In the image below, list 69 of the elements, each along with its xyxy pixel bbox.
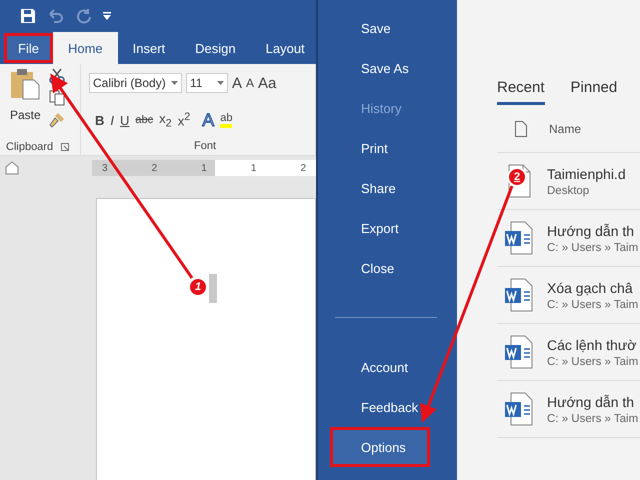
- font-size-dropdown[interactable]: 11: [186, 73, 228, 93]
- clipboard-icon: [10, 68, 40, 100]
- format-button[interactable]: B: [95, 112, 104, 128]
- house-icon[interactable]: [4, 160, 20, 176]
- file-name: Hướng dẫn th: [547, 394, 636, 410]
- highlight-button[interactable]: ab: [220, 112, 232, 128]
- tab[interactable]: Pinned: [570, 72, 618, 105]
- sidebar-item[interactable]: Options: [330, 427, 430, 467]
- format-button[interactable]: I: [110, 112, 114, 128]
- sidebar-item[interactable]: Export: [318, 208, 457, 248]
- file-location: C: » Users » Taim: [547, 242, 638, 254]
- recent-file-row[interactable]: Hướng dẫn th C: » Users » Taim: [497, 381, 640, 438]
- caret-icon: [171, 81, 178, 85]
- file-name: Xóa gạch châ: [547, 280, 634, 296]
- file-name: Hướng dẫn th: [547, 222, 636, 238]
- word-document-icon: [505, 278, 533, 312]
- file-location: C: » Users » Taim: [547, 298, 638, 310]
- file-icon: [515, 121, 527, 137]
- dialog-launcher-icon[interactable]: [61, 143, 70, 152]
- file-location: Desktop: [547, 184, 590, 196]
- ribbon-tab[interactable]: Home: [52, 32, 118, 64]
- ribbon-tab[interactable]: Insert: [118, 32, 180, 64]
- text-effects-button[interactable]: A: [202, 110, 214, 130]
- sidebar-item[interactable]: Close: [318, 248, 457, 288]
- sidebar-item[interactable]: Print: [318, 128, 457, 168]
- ruler-number: 2: [152, 162, 158, 174]
- recent-file-row[interactable]: Hướng dẫn th C: » Users » Taim: [497, 210, 640, 267]
- brush-icon[interactable]: [48, 112, 65, 128]
- save-icon[interactable]: [20, 8, 36, 24]
- ruler-number: 1: [250, 162, 256, 174]
- change-case-button[interactable]: Aa: [258, 74, 276, 92]
- redo-icon[interactable]: [76, 8, 92, 24]
- word-document-icon: [505, 392, 533, 426]
- caret-icon: [217, 81, 224, 85]
- shrink-font-button[interactable]: A: [246, 76, 254, 90]
- file-name: Các lệnh thườ: [547, 336, 638, 352]
- text-cursor: [209, 274, 217, 303]
- sidebar-item[interactable]: Account: [318, 347, 457, 387]
- format-button[interactable]: x$^{2}$: [178, 111, 190, 129]
- format-button[interactable]: x$_{2}$: [159, 110, 172, 130]
- scissors-icon[interactable]: [48, 68, 65, 84]
- ribbon-tab[interactable]: Layout: [250, 32, 320, 64]
- column-header: Name: [549, 122, 582, 136]
- sidebar-item[interactable]: Save: [318, 8, 457, 48]
- group-label: Clipboard: [6, 141, 54, 154]
- group-label: Font: [194, 140, 216, 152]
- ribbon-tab[interactable]: File: [4, 33, 53, 63]
- ruler-number: 1: [201, 162, 207, 174]
- customize-icon[interactable]: [102, 11, 112, 21]
- ruler-number: 2: [300, 162, 306, 174]
- ribbon-tab[interactable]: Design: [180, 32, 251, 64]
- tab[interactable]: Recent: [497, 72, 545, 105]
- file-location: C: » Users » Taim: [547, 412, 638, 424]
- format-button[interactable]: abc: [135, 114, 154, 126]
- word-document-icon: [505, 335, 533, 369]
- sidebar-item[interactable]: Share: [318, 168, 457, 208]
- sidebar-item[interactable]: Save As: [318, 48, 457, 88]
- paste-button[interactable]: Paste: [10, 68, 41, 140]
- word-document-icon: [505, 221, 533, 255]
- font-name-dropdown[interactable]: Calibri (Body): [89, 73, 182, 93]
- recent-file-row[interactable]: Các lệnh thườ C: » Users » Taim: [497, 324, 640, 381]
- copy-icon[interactable]: [48, 90, 65, 106]
- sidebar-item[interactable]: Feedback: [318, 387, 457, 427]
- file-name: Taimienphi.d: [547, 166, 626, 182]
- ruler-number: 3: [102, 162, 108, 174]
- format-button[interactable]: U: [120, 112, 130, 128]
- recent-file-row[interactable]: Xóa gạch châ C: » Users » Taim: [497, 267, 640, 324]
- grow-font-button[interactable]: A: [232, 74, 242, 92]
- file-location: C: » Users » Taim: [547, 356, 638, 368]
